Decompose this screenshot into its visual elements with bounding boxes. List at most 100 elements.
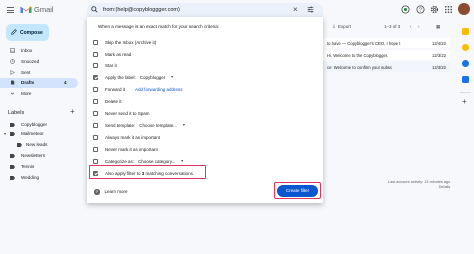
tasks-icon[interactable]: [462, 60, 469, 67]
learn-more-label[interactable]: Learn more: [105, 189, 128, 194]
account-avatar[interactable]: [458, 3, 470, 15]
checkbox[interactable]: [93, 86, 98, 92]
label-item-wedding[interactable]: Wedding: [0, 173, 78, 183]
pagination-range: 1–3 of 3: [384, 24, 401, 29]
keep-icon[interactable]: [462, 44, 469, 51]
prev-page-icon[interactable]: ‹: [410, 24, 412, 29]
option-star[interactable]: Star it: [93, 61, 117, 69]
search-query[interactable]: from:(help@copybloggger.com): [103, 7, 180, 13]
dropdown-caret-icon[interactable]: ▼: [182, 123, 185, 127]
apps-grid-icon[interactable]: [444, 5, 453, 14]
details-link[interactable]: Details: [388, 185, 451, 190]
clock-icon: [10, 59, 15, 64]
label-item-tennis[interactable]: Tennis: [0, 162, 78, 172]
also-apply-highlight: [89, 165, 206, 179]
active-status-icon[interactable]: [401, 5, 410, 14]
dropdown-caret-icon[interactable]: ▼: [170, 75, 173, 79]
nav-label: Drafts: [21, 80, 35, 85]
mail-date: 12/3/22: [432, 53, 446, 58]
option-label: Never send it to Spam: [105, 110, 150, 116]
dropdown-caret-icon[interactable]: ▼: [180, 159, 183, 163]
calendar-icon[interactable]: [462, 28, 469, 35]
checkbox[interactable]: [93, 134, 98, 140]
label-item-newsletters[interactable]: Newsletters: [0, 151, 78, 161]
create-filter-highlight: [274, 182, 321, 199]
help-circle-icon: ?: [94, 189, 100, 195]
label-select[interactable]: Copyblogger: [140, 75, 166, 80]
checkbox[interactable]: [93, 158, 98, 164]
search-options-icon[interactable]: [307, 6, 314, 13]
settings-icon[interactable]: [430, 5, 439, 14]
help-icon[interactable]: ?: [416, 5, 425, 14]
labels-heading: Labels: [8, 110, 25, 116]
mail-row[interactable]: ce: Welcome to confirm your subsc 12/3/2…: [323, 62, 450, 72]
add-forwarding-link[interactable]: Add forwarding address: [135, 87, 183, 92]
checkbox[interactable]: [93, 146, 98, 152]
option-label: Mark as read: [105, 51, 132, 57]
checkbox-checked[interactable]: [93, 74, 98, 80]
option-label: Forward it: [105, 86, 126, 92]
option-send-template[interactable]: Send template: Choose template... ▼: [93, 121, 186, 129]
nav-item-inbox[interactable]: Inbox: [0, 46, 78, 56]
search-icon[interactable]: [91, 6, 98, 13]
export-icon[interactable]: ⇩: [332, 24, 336, 30]
add-label-icon[interactable]: +: [70, 108, 75, 116]
gmail-logo[interactable]: Gmail: [20, 5, 54, 14]
template-select[interactable]: Choose template...: [139, 123, 177, 128]
view-options-icon[interactable]: ▦: [436, 24, 440, 30]
add-addon-icon[interactable]: +: [462, 98, 467, 106]
option-label: Delete it: [105, 98, 122, 104]
label-tag-icon: [10, 123, 15, 127]
search-bar[interactable]: from:(help@copybloggger.com) ×: [87, 3, 323, 17]
label-item-mailmeteor[interactable]: ▾ Mailmeteor: [0, 129, 78, 139]
option-never-spam[interactable]: Never send it to Spam: [93, 109, 150, 117]
collapse-arrow-icon[interactable]: ▾: [4, 131, 6, 136]
option-mark-read[interactable]: Mark as read: [93, 50, 131, 58]
label-tag-icon: [10, 165, 15, 169]
label-name: Mailmeteor: [21, 131, 44, 136]
mail-row[interactable]: to have — Copyblogger's CEO, I hope t 12…: [323, 38, 450, 48]
mail-snippet: to have — Copyblogger's CEO, I hope t: [327, 41, 401, 46]
main-menu-icon[interactable]: [7, 7, 14, 13]
option-skip-inbox[interactable]: Skip the Inbox (Archive it): [93, 38, 156, 46]
nav-item-drafts[interactable]: Drafts 4: [0, 78, 78, 88]
inbox-icon: [10, 48, 15, 53]
nav-label: More: [21, 91, 32, 96]
mail-row[interactable]: Hi. Welcome to the Copyblogger. 12/3/22: [323, 50, 450, 60]
label-item-new-leads[interactable]: New leads: [0, 140, 78, 150]
clear-search-icon[interactable]: ×: [293, 5, 298, 14]
checkbox[interactable]: [93, 39, 98, 45]
export-button[interactable]: Export: [338, 24, 351, 29]
account-activity: Last account activity: 13 minutes ago De…: [388, 180, 450, 190]
label-tag-icon: [10, 176, 15, 180]
rail-divider: [460, 92, 471, 93]
contacts-icon[interactable]: [462, 76, 469, 83]
nav-item-snoozed[interactable]: Snoozed: [0, 57, 78, 67]
option-label: Always mark it as important: [105, 134, 161, 140]
nav-item-sent[interactable]: Sent: [0, 68, 78, 78]
nav-item-more[interactable]: More: [0, 89, 78, 99]
checkbox[interactable]: [93, 98, 98, 104]
checkbox[interactable]: [93, 62, 98, 68]
category-select[interactable]: Choose category...: [138, 159, 175, 164]
checkbox[interactable]: [93, 51, 98, 57]
send-icon: [10, 70, 15, 75]
label-name: Newsletters: [21, 153, 45, 158]
compose-label: Compose: [20, 30, 43, 36]
option-delete[interactable]: Delete it: [93, 97, 122, 105]
compose-button[interactable]: Compose: [6, 24, 49, 41]
option-forward[interactable]: Forward it Add forwarding address: [93, 85, 183, 93]
label-name: Copyblogger: [21, 122, 48, 127]
learn-more[interactable]: ? Learn more: [94, 189, 128, 195]
next-page-icon[interactable]: ›: [418, 24, 420, 29]
checkbox[interactable]: [93, 110, 98, 116]
nav-label: Sent: [21, 70, 31, 75]
option-never-important[interactable]: Never mark it as important: [93, 145, 158, 153]
option-always-important[interactable]: Always mark it as important: [93, 133, 160, 141]
mail-date: 12/3/22: [432, 65, 446, 70]
draft-icon: [11, 80, 15, 85]
option-apply-label[interactable]: Apply the label: Copyblogger ▼: [93, 73, 174, 81]
nav-label: Inbox: [21, 48, 33, 53]
checkbox[interactable]: [93, 122, 98, 128]
option-categorize[interactable]: Categorize as: Choose category... ▼: [93, 157, 184, 165]
